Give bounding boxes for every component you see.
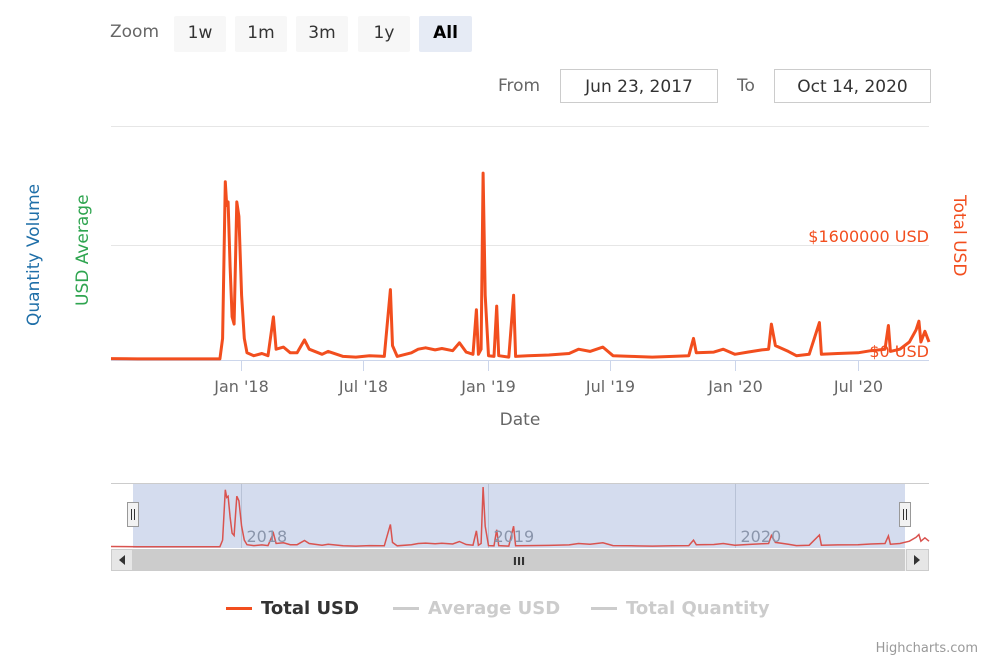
navigator-handle-right[interactable] xyxy=(899,502,911,527)
navigator-handle-left[interactable] xyxy=(127,502,139,527)
credits-link[interactable]: Highcharts.com xyxy=(876,641,978,656)
legend-label: Average USD xyxy=(428,598,561,619)
x-tick-label: Jul '19 xyxy=(585,377,635,396)
legend-line-icon xyxy=(393,607,419,610)
x-axis-title: Date xyxy=(500,410,541,430)
x-tick-label: Jan '20 xyxy=(707,377,763,396)
x-tick-label: Jul '20 xyxy=(833,377,883,396)
navigator-x-label: 2020 xyxy=(741,527,782,546)
x-tick-label: Jul '18 xyxy=(338,377,388,396)
x-tick-label: Jan '18 xyxy=(213,377,269,396)
legend-item-total-quantity[interactable]: Total Quantity xyxy=(591,598,770,619)
legend-label: Total USD xyxy=(261,598,359,619)
legend-line-icon xyxy=(226,607,252,610)
legend-item-average-usd[interactable]: Average USD xyxy=(393,598,560,619)
series-line-total-usd[interactable] xyxy=(110,171,931,361)
y-tick-label: $0 USD xyxy=(869,342,929,361)
legend-item-total-usd[interactable]: Total USD xyxy=(226,598,359,619)
x-tick-label: Jan '19 xyxy=(460,377,516,396)
legend-label: Total Quantity xyxy=(626,598,770,619)
navigator-x-label: 2018 xyxy=(247,527,288,546)
main-chart[interactable]: Jan '18 Jul '18 Jan '19 Jul '19 Jan '20 Jul '… xyxy=(0,0,994,440)
legend-line-icon xyxy=(591,607,617,610)
y-tick-label: $1600000 USD xyxy=(808,227,929,246)
scrollbar-grip-icon: III xyxy=(513,555,525,568)
navigator[interactable]: 2018 2019 2020 III xyxy=(0,475,994,580)
navigator-x-label: 2019 xyxy=(494,527,535,546)
